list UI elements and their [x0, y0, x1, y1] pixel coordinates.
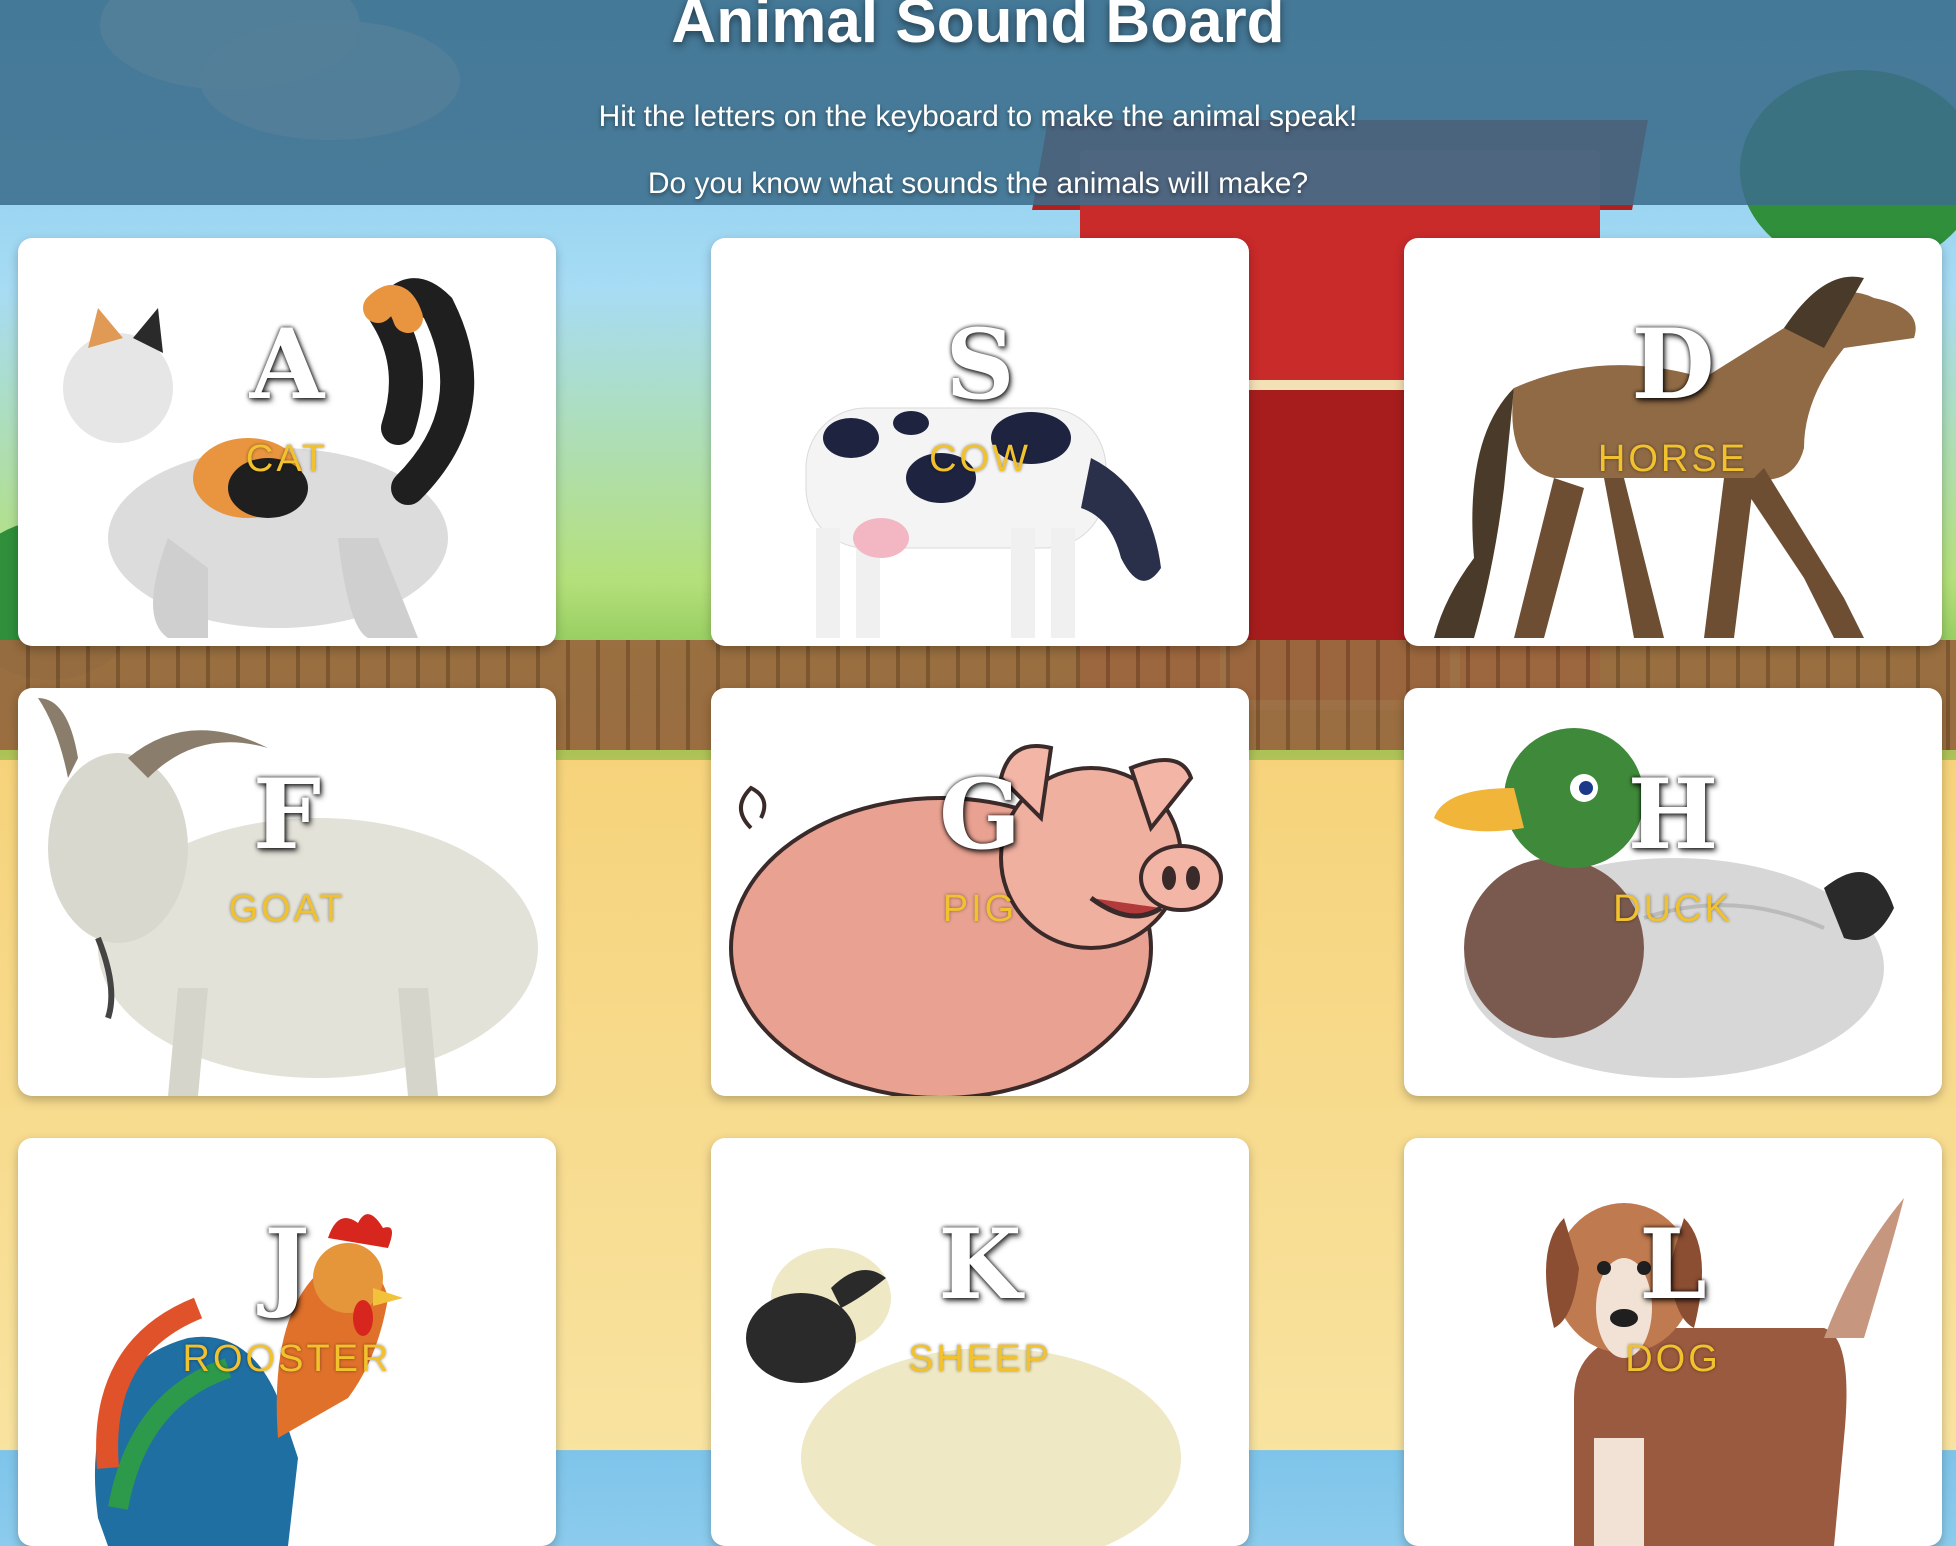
animal-card-goat[interactable]: F GOAT: [18, 688, 556, 1096]
page-title: Animal Sound Board: [671, 0, 1285, 56]
animal-card-sheep[interactable]: K SHEEP: [711, 1138, 1249, 1546]
animal-card-pig[interactable]: G PIG: [711, 688, 1249, 1096]
key-letter: F: [252, 758, 322, 871]
animal-card-duck[interactable]: H DUCK: [1404, 688, 1942, 1096]
animal-card-cat[interactable]: A CAT: [18, 238, 556, 646]
key-letter: S: [945, 308, 1015, 421]
key-letter: D: [1631, 308, 1715, 421]
animal-name: CAT: [245, 438, 329, 480]
animal-name: COW: [929, 438, 1031, 480]
key-letter: J: [264, 1208, 310, 1321]
key-letter: G: [939, 758, 1021, 871]
animal-card-rooster[interactable]: J ROOSTER: [18, 1138, 556, 1546]
animal-card-horse[interactable]: D HORSE: [1404, 238, 1942, 646]
key-letter: K: [938, 1208, 1022, 1321]
header-banner: Animal Sound Board Hit the letters on th…: [0, 0, 1956, 205]
animal-name: ROOSTER: [182, 1338, 392, 1380]
animal-card-dog[interactable]: L DOG: [1404, 1138, 1942, 1546]
key-letter: L: [1639, 1208, 1707, 1321]
animal-card-cow[interactable]: S COW: [711, 238, 1249, 646]
animal-name: DUCK: [1613, 888, 1733, 930]
animal-name: PIG: [942, 888, 1018, 930]
question-text: Do you know what sounds the animals will…: [647, 167, 1309, 200]
key-letter: H: [1627, 758, 1719, 871]
animal-name: DOG: [1625, 1338, 1721, 1380]
animal-name: GOAT: [228, 888, 346, 930]
animal-name: HORSE: [1597, 438, 1749, 480]
key-letter: A: [249, 308, 325, 421]
animal-name: SHEEP: [908, 1338, 1052, 1380]
instructions-text: Hit the letters on the keyboard to make …: [598, 100, 1358, 133]
